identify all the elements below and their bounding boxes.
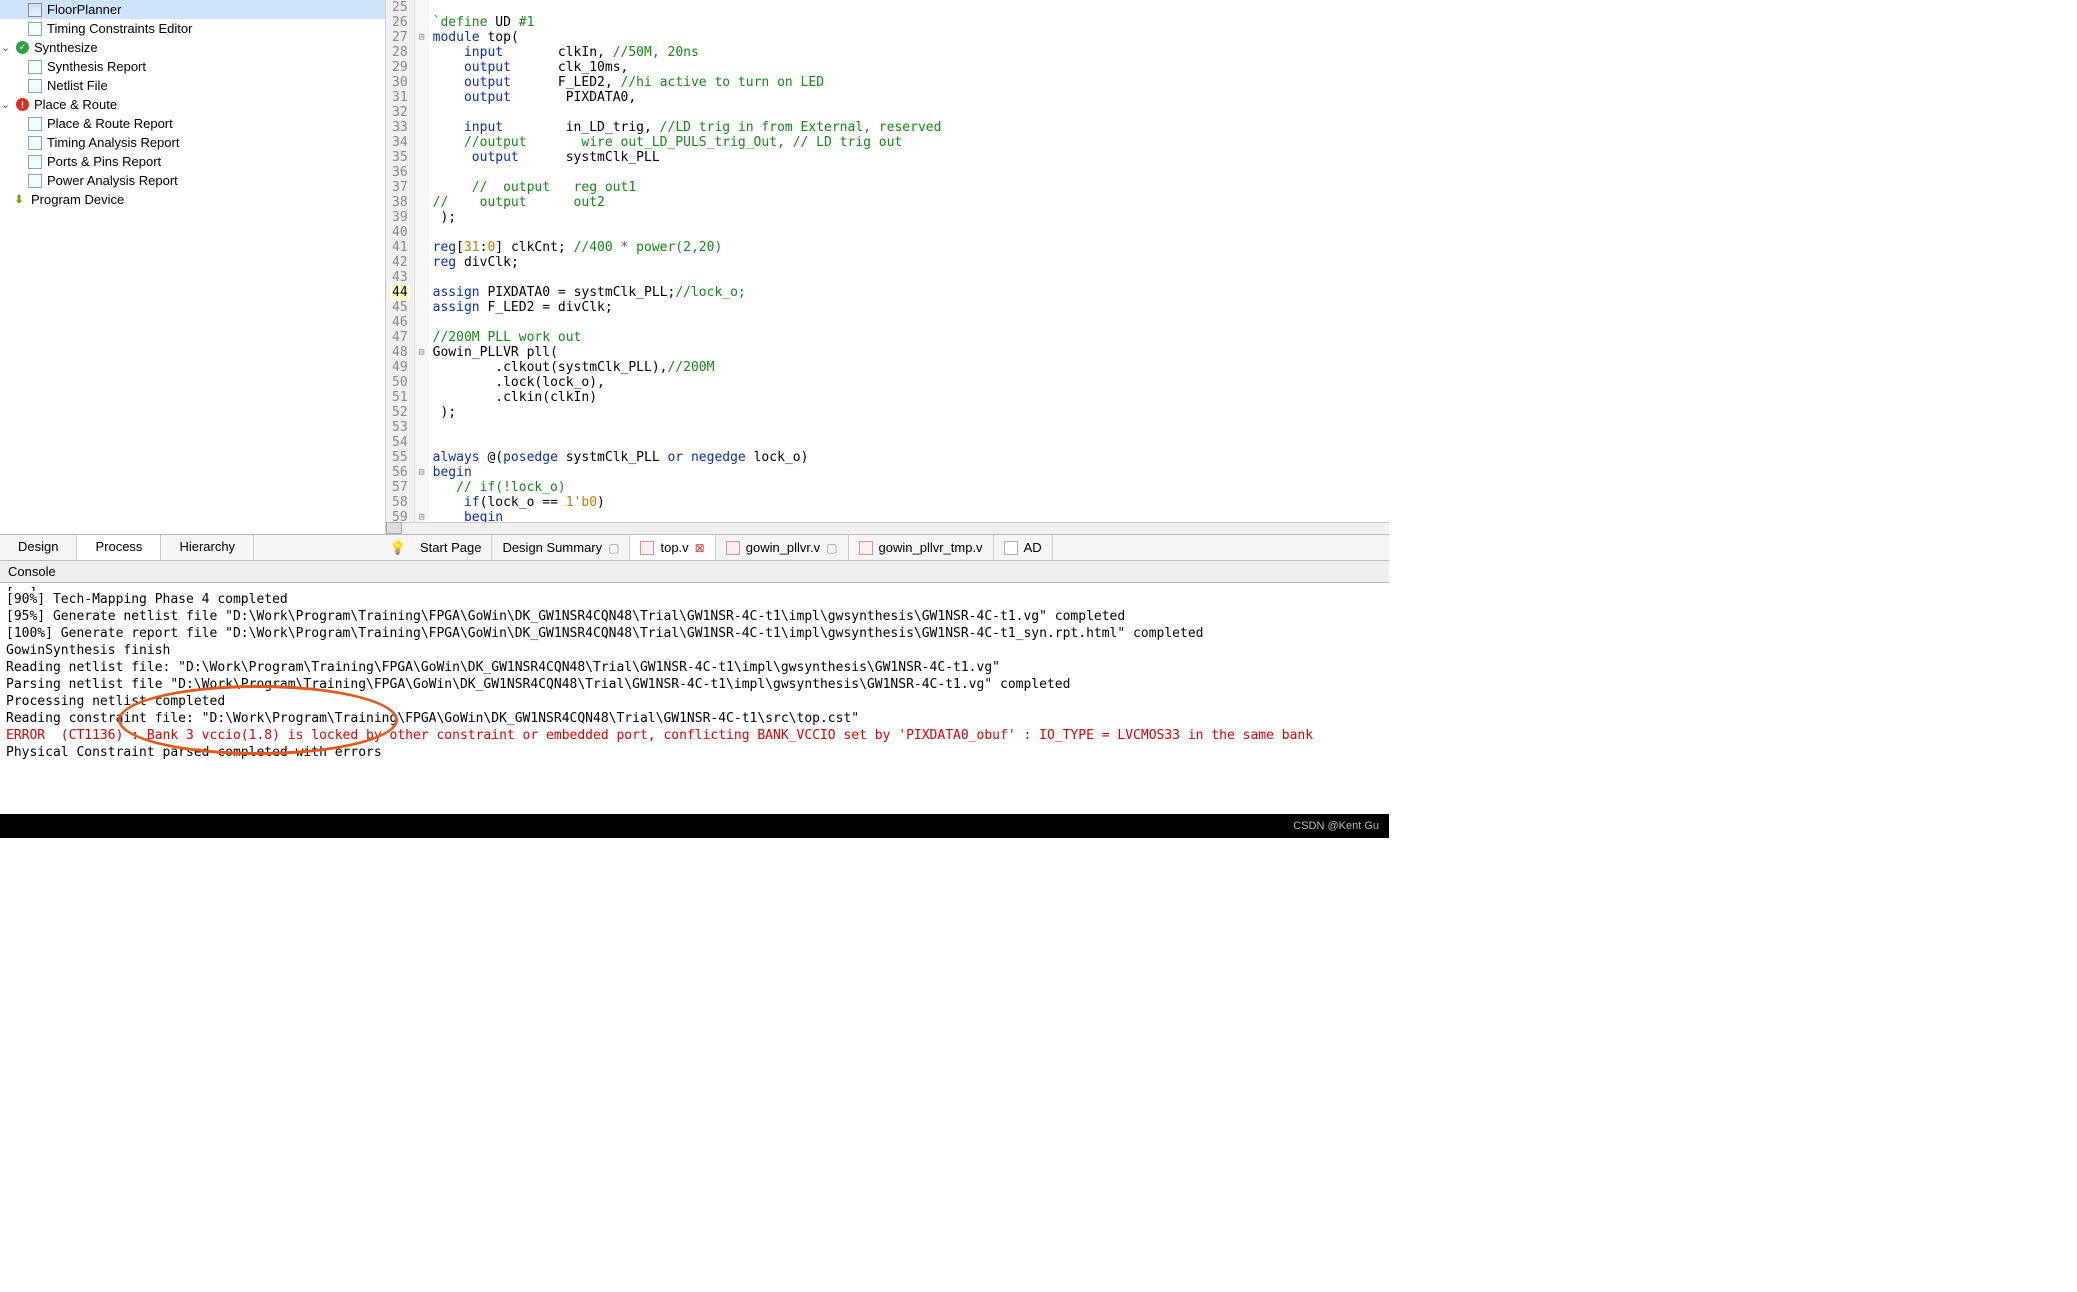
status-error-icon: ! bbox=[16, 98, 29, 111]
tab-hierarchy[interactable]: Hierarchy bbox=[161, 535, 254, 560]
verilog-file-icon bbox=[726, 541, 740, 555]
tree-label: Synthesis Report bbox=[47, 59, 146, 74]
etab-label: Design Summary bbox=[502, 540, 602, 555]
tree-label: Program Device bbox=[31, 192, 124, 207]
bulb-icon[interactable]: 💡 bbox=[386, 540, 410, 556]
etab-start-page[interactable]: Start Page bbox=[410, 535, 492, 560]
verilog-file-icon bbox=[859, 541, 873, 555]
close-icon[interactable]: ⊠ bbox=[695, 541, 705, 555]
tree-label: FloorPlanner bbox=[47, 2, 121, 17]
console-header[interactable]: Console bbox=[0, 560, 1389, 583]
tree-timing-report[interactable]: Timing Analysis Report bbox=[0, 133, 385, 152]
tree-program-device[interactable]: ⬇ Program Device bbox=[0, 190, 385, 209]
etab-label: Start Page bbox=[420, 540, 481, 555]
console-output[interactable]: [--] ---- ------- ----- - ---------[90%]… bbox=[0, 583, 1389, 814]
watermark-footer: CSDN @Kent Gu bbox=[0, 814, 1389, 838]
etab-gowin-pllvr-tmp[interactable]: gowin_pllvr_tmp.v bbox=[849, 535, 994, 560]
tree-ports-pins[interactable]: Ports & Pins Report bbox=[0, 152, 385, 171]
close-icon[interactable]: ▢ bbox=[826, 541, 837, 555]
tree-label: Timing Constraints Editor bbox=[47, 21, 192, 36]
tree-label: Place & Route Report bbox=[47, 116, 173, 131]
code-body[interactable]: `define UD #1module top( input clkIn, //… bbox=[429, 0, 1389, 522]
etab-label: top.v bbox=[660, 540, 688, 555]
etab-label: gowin_pllvr_tmp.v bbox=[879, 540, 983, 555]
tree-netlist-file[interactable]: Netlist File bbox=[0, 76, 385, 95]
tab-design[interactable]: Design bbox=[0, 535, 77, 560]
twisty-open-icon[interactable]: ⌄ bbox=[0, 98, 11, 111]
fold-gutter[interactable]: ⊟⊟⊟⊟⊟ bbox=[415, 0, 429, 522]
watermark-text: CSDN @Kent Gu bbox=[1293, 820, 1379, 832]
etab-design-summary[interactable]: Design Summary ▢ bbox=[492, 535, 630, 560]
left-nav-tabs: Design Process Hierarchy bbox=[0, 534, 386, 560]
file-icon bbox=[1004, 541, 1018, 555]
doc-icon bbox=[28, 60, 42, 74]
tree-floorplanner[interactable]: FloorPlanner bbox=[0, 0, 385, 19]
doc-icon bbox=[28, 79, 42, 93]
doc-icon bbox=[28, 174, 42, 188]
status-ok-icon: ✓ bbox=[16, 41, 29, 54]
etab-label: AD bbox=[1024, 540, 1042, 555]
tree-synthesize[interactable]: ⌄ ✓ Synthesize bbox=[0, 38, 385, 57]
editor-tab-bar: 💡 Start Page Design Summary ▢ top.v ⊠ go… bbox=[386, 534, 1389, 560]
tree-place-route[interactable]: ⌄ ! Place & Route bbox=[0, 95, 385, 114]
tree-timing-constraints[interactable]: Timing Constraints Editor bbox=[0, 19, 385, 38]
tree-label: Timing Analysis Report bbox=[47, 135, 179, 150]
doc-icon bbox=[28, 117, 42, 131]
tree-label: Power Analysis Report bbox=[47, 173, 178, 188]
tree-label: Netlist File bbox=[47, 78, 108, 93]
process-tree-panel[interactable]: FloorPlanner Timing Constraints Editor ⌄… bbox=[0, 0, 386, 534]
etab-top-v[interactable]: top.v ⊠ bbox=[630, 535, 715, 560]
doc-icon bbox=[28, 22, 42, 36]
tab-process[interactable]: Process bbox=[77, 535, 161, 560]
etab-gowin-pllvr[interactable]: gowin_pllvr.v ▢ bbox=[716, 535, 849, 560]
tree-label: Synthesize bbox=[34, 40, 98, 55]
tree-label: Ports & Pins Report bbox=[47, 154, 161, 169]
tree-pr-report[interactable]: Place & Route Report bbox=[0, 114, 385, 133]
twisty-open-icon[interactable]: ⌄ bbox=[0, 41, 11, 54]
verilog-file-icon bbox=[640, 541, 654, 555]
line-number-gutter: 2526272829303132333435363738394041424344… bbox=[386, 0, 415, 522]
floorplanner-icon bbox=[28, 3, 42, 17]
download-icon: ⬇ bbox=[12, 193, 26, 207]
close-icon[interactable]: ▢ bbox=[608, 541, 619, 555]
etab-ad[interactable]: AD bbox=[994, 535, 1053, 560]
doc-icon bbox=[28, 155, 42, 169]
tree-label: Place & Route bbox=[34, 97, 117, 112]
code-editor[interactable]: 2526272829303132333435363738394041424344… bbox=[386, 0, 1389, 522]
hscroll-handle[interactable] bbox=[386, 522, 402, 534]
etab-label: gowin_pllvr.v bbox=[746, 540, 820, 555]
tree-synth-report[interactable]: Synthesis Report bbox=[0, 57, 385, 76]
doc-icon bbox=[28, 136, 42, 150]
tree-power-report[interactable]: Power Analysis Report bbox=[0, 171, 385, 190]
